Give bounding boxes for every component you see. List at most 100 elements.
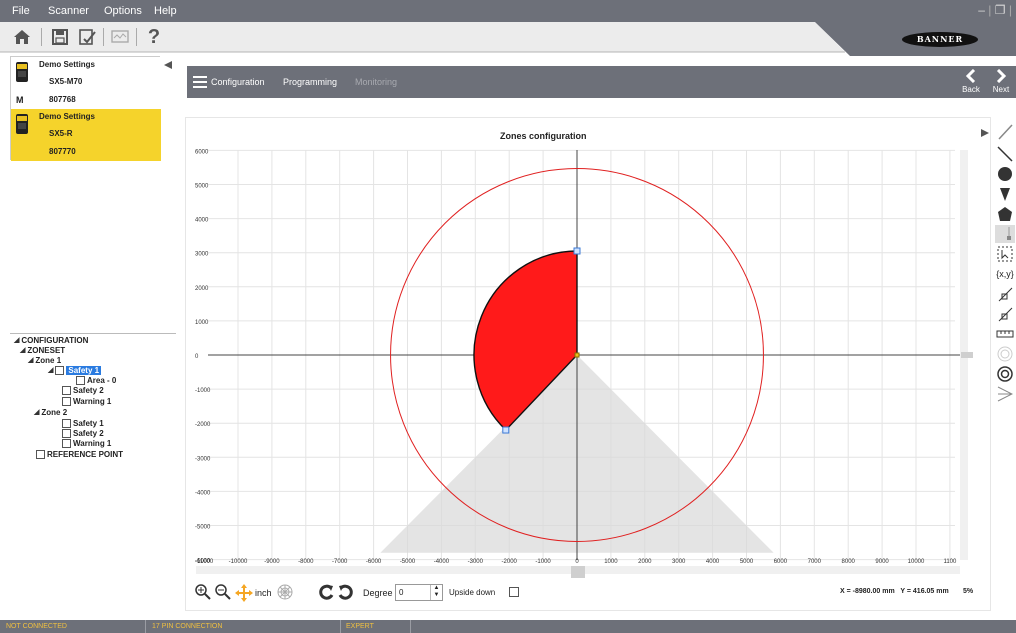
select-icon[interactable]: [995, 245, 1015, 263]
web-grid-icon[interactable]: [277, 584, 293, 600]
help-icon[interactable]: ?: [142, 25, 166, 49]
tab-programming[interactable]: Programming: [283, 77, 337, 87]
checkbox[interactable]: [36, 449, 45, 459]
expand-icon[interactable]: ◢: [34, 408, 39, 416]
checkbox[interactable]: [62, 418, 71, 428]
zoom-out-icon[interactable]: [215, 584, 231, 600]
degree-spinner[interactable]: ▲ ▼: [430, 585, 442, 600]
back-label: Back: [962, 85, 980, 94]
chevron-left-icon: [965, 68, 976, 84]
checkbox[interactable]: [62, 385, 71, 395]
degree-value: 0: [399, 588, 404, 597]
scanner-device-icon: [16, 114, 28, 134]
tree-zoneset[interactable]: ◢ ZONESET: [20, 345, 65, 355]
toolbar: ? BANNER: [0, 22, 1016, 56]
toolbar-separator: [136, 28, 137, 46]
menu-options[interactable]: Options: [104, 5, 142, 17]
tree-zone1-area0[interactable]: Area - 0: [76, 375, 116, 385]
minimize-icon[interactable]: –: [978, 3, 985, 17]
expand-icon[interactable]: ◢: [48, 366, 53, 374]
remove-point-icon[interactable]: [995, 305, 1015, 323]
expand-icon[interactable]: ◢: [14, 336, 19, 344]
tree-configuration[interactable]: ◢ CONFIGURATION: [14, 335, 88, 345]
zone-tree: ◢ CONFIGURATION ◢ ZONESET ◢ Zone 1 ◢ Safety …: [14, 335, 174, 475]
add-point-icon[interactable]: [995, 285, 1015, 303]
mirror-icon[interactable]: [995, 385, 1015, 403]
window-controls: – | ❐ |: [978, 3, 1012, 17]
collapse-tools-icon[interactable]: [980, 128, 990, 138]
polygon-icon[interactable]: [995, 205, 1015, 223]
ruler-icon[interactable]: [995, 325, 1015, 343]
hamburger-menu-icon[interactable]: [193, 76, 207, 88]
checkbox[interactable]: [62, 438, 71, 448]
chart-title: Zones configuration: [500, 131, 587, 141]
tree-zone1-safety1[interactable]: ◢ Safety 1: [48, 365, 102, 375]
zoom-in-icon[interactable]: [195, 584, 211, 600]
cursor-coordinates: X = -8980.00 mm Y = 416.05 mm: [840, 588, 949, 595]
checkbox[interactable]: [62, 396, 71, 406]
device-serial-label: 807770: [49, 147, 76, 156]
circle-icon[interactable]: [995, 165, 1015, 183]
checklist-icon[interactable]: [76, 25, 100, 49]
status-divider: [145, 620, 146, 633]
sector-icon[interactable]: [995, 185, 1015, 203]
checkbox[interactable]: [62, 428, 71, 438]
tree-zone2[interactable]: ◢ Zone 2: [34, 407, 67, 417]
expand-icon[interactable]: ◢: [20, 346, 25, 354]
scanner-device-icon: [16, 62, 28, 82]
degree-label: Degree: [363, 588, 393, 598]
tab-configuration[interactable]: Configuration: [211, 77, 265, 87]
scan-target-icon[interactable]: [995, 365, 1015, 383]
drawing-tools: {x,y}: [994, 123, 1016, 423]
zoom-level: 5%: [963, 588, 974, 595]
upside-down-checkbox[interactable]: [509, 587, 519, 597]
home-icon[interactable]: [10, 25, 34, 49]
rotate-ccw-icon[interactable]: [317, 584, 335, 602]
scan-rings-icon[interactable]: [995, 345, 1015, 363]
tree-zone2-warning1[interactable]: Warning 1: [62, 438, 111, 448]
tree-zone1-warning1[interactable]: Warning 1: [62, 396, 111, 406]
pan-icon[interactable]: [235, 584, 253, 602]
next-label: Next: [992, 85, 1010, 94]
toolbar-separator: [103, 28, 104, 46]
next-button[interactable]: Next: [989, 68, 1013, 97]
separator: |: [988, 3, 992, 17]
menu-bar: File Scanner Options Help – | ❐ |: [0, 0, 1016, 22]
menu-help[interactable]: Help: [154, 5, 177, 17]
point-edit-icon[interactable]: [995, 225, 1015, 243]
pencil-icon[interactable]: [995, 123, 1015, 141]
tree-reference-point[interactable]: REFERENCE POINT: [36, 449, 123, 459]
app-window: File Scanner Options Help – | ❐ | ? BANN…: [0, 0, 1016, 633]
collapse-panel-icon[interactable]: [163, 60, 173, 70]
device-model-label: SX5-M70: [49, 77, 83, 86]
monitor-icon[interactable]: [108, 25, 132, 49]
checkbox[interactable]: [76, 375, 85, 385]
tree-zone1[interactable]: ◢ Zone 1: [28, 355, 61, 365]
tree-zone2-safety2[interactable]: Safety 2: [62, 428, 104, 438]
tab-monitoring[interactable]: Monitoring: [355, 77, 397, 87]
status-bar: NOT CONNECTED 17 PIN CONNECTION EXPERT: [0, 620, 1016, 633]
menu-file[interactable]: File: [12, 5, 30, 17]
device-card-r[interactable]: Demo Settings SX5-R 807770: [11, 109, 161, 161]
restore-icon[interactable]: ❐: [995, 3, 1006, 17]
tree-zone2-safety1[interactable]: Safety 1: [62, 418, 104, 428]
chart-frame: [185, 117, 991, 611]
chart-controls: inch Degree 0 ▲ ▼ Upside down X = -8980.0…: [185, 580, 991, 606]
line-icon[interactable]: [995, 145, 1015, 163]
checkbox[interactable]: [55, 365, 65, 375]
status-divider: [340, 620, 341, 633]
coordinates-icon[interactable]: {x,y}: [995, 265, 1015, 283]
tree-divider: [10, 333, 176, 334]
pin-status: 17 PIN CONNECTION: [152, 623, 223, 630]
expand-icon[interactable]: ◢: [28, 356, 33, 364]
menu-scanner[interactable]: Scanner: [48, 5, 89, 17]
degree-input[interactable]: 0 ▲ ▼: [395, 584, 443, 601]
save-icon[interactable]: [48, 25, 72, 49]
device-card-m70[interactable]: Demo Settings SX5-M70 M 807768: [11, 57, 161, 109]
rotate-cw-icon[interactable]: [337, 584, 355, 602]
unit-label[interactable]: inch: [255, 588, 272, 598]
tree-zone1-safety2[interactable]: Safety 2: [62, 385, 104, 395]
status-divider: [410, 620, 411, 633]
connection-status: NOT CONNECTED: [6, 623, 67, 630]
back-button[interactable]: Back: [959, 68, 983, 97]
